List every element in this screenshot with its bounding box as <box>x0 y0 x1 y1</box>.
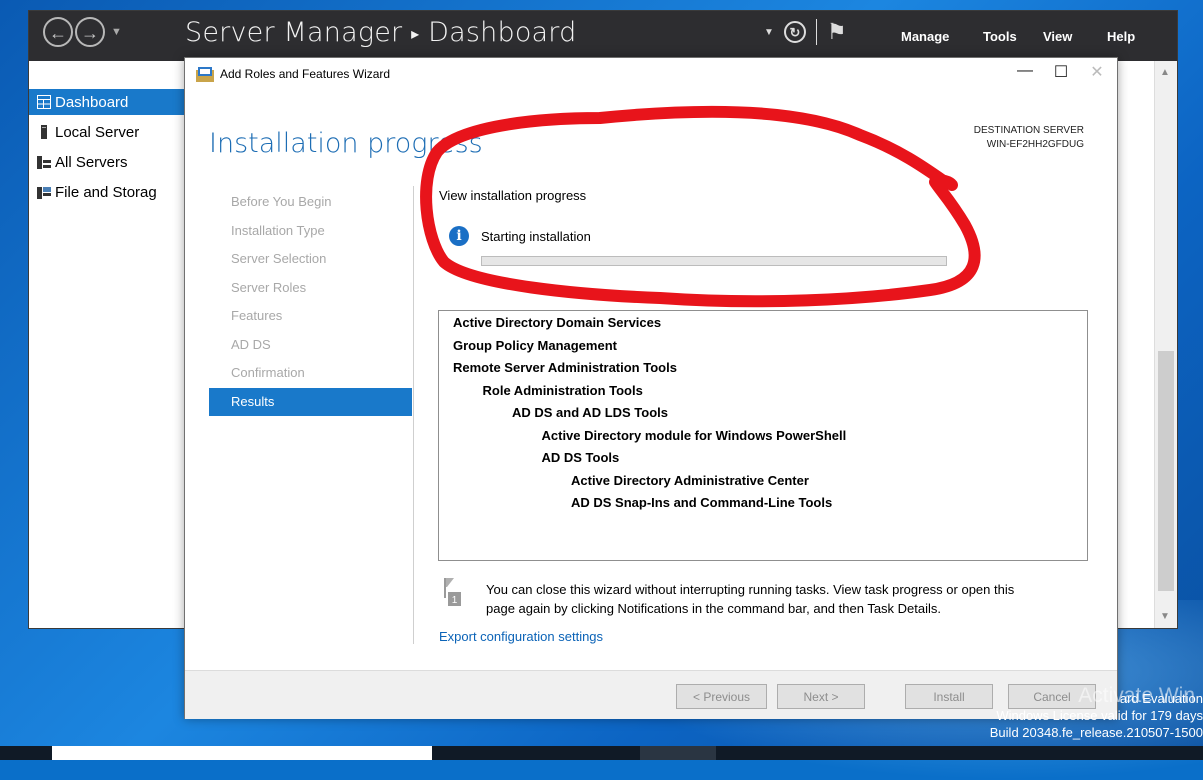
export-configuration-link[interactable]: Export configuration settings <box>439 629 603 644</box>
install-button[interactable]: Install <box>905 684 993 709</box>
add-roles-wizard-dialog: Add Roles and Features Wizard — ☐ ✕ Inst… <box>184 57 1118 719</box>
navigation-buttons: ← → ▼ <box>43 17 122 47</box>
minimize-icon[interactable]: — <box>1010 62 1040 80</box>
step-features: Features <box>231 308 283 323</box>
scroll-up-icon[interactable]: ▲ <box>1160 67 1170 78</box>
sidebar-item-label: All Servers <box>55 153 128 171</box>
scroll-thumb[interactable] <box>1158 351 1174 591</box>
previous-button[interactable]: < Previous <box>676 684 767 709</box>
feature-list-item: Remote Server Administration Tools <box>453 360 677 375</box>
taskbar-item[interactable] <box>640 746 716 760</box>
dashboard-icon <box>37 95 51 109</box>
wizard-heading: Installation progress <box>209 128 483 159</box>
storage-icon <box>37 187 51 199</box>
next-button[interactable]: Next > <box>777 684 865 709</box>
info-icon: i <box>449 226 469 246</box>
step-ad-ds: AD DS <box>231 336 271 352</box>
feature-list-item: Active Directory Domain Services <box>453 315 662 330</box>
refresh-icon[interactable]: ↻ <box>783 21 806 43</box>
feature-list-item: Role Administration Tools <box>482 382 643 398</box>
sidebar-item-file-storage[interactable]: File and Storag <box>29 179 185 205</box>
notification-flag-icon: 1 <box>444 578 461 606</box>
status-text: Starting installation <box>481 229 591 244</box>
feature-list-item: Active Directory module for Windows Powe… <box>541 427 847 443</box>
step-results[interactable]: Results <box>209 387 412 416</box>
server-icon <box>41 125 47 139</box>
scroll-down-icon[interactable]: ▼ <box>1160 611 1170 622</box>
results-list[interactable]: Active Directory Domain Services Group Po… <box>438 310 1088 561</box>
menu-view[interactable]: View <box>1043 29 1107 44</box>
feature-list-item: AD DS Tools <box>541 450 620 465</box>
sidebar-item-label: Local Server <box>55 123 140 141</box>
step-before-you-begin: Before You Begin <box>231 194 332 209</box>
taskbar-search-box[interactable] <box>52 746 432 760</box>
menu-tools[interactable]: Tools <box>983 29 1043 44</box>
wizard-app-icon <box>196 67 214 82</box>
step-server-roles: Server Roles <box>231 279 307 295</box>
view-progress-label: View installation progress <box>439 188 587 203</box>
back-arrow-icon[interactable]: ← <box>43 17 73 47</box>
breadcrumb-separator-icon: ▸ <box>411 24 420 43</box>
notifications-flag-icon[interactable]: ⚑ <box>827 19 847 45</box>
feature-list-item: Group Policy Management <box>453 337 617 353</box>
server-manager-titlebar: ← → ▼ Server Manager ▸ Dashboard ▼ ↻ ⚑ M… <box>29 11 1177 61</box>
watermark-line-2: Windows License valid for 179 days <box>996 708 1203 723</box>
menu-help[interactable]: Help <box>1107 29 1135 44</box>
history-dropdown-icon[interactable]: ▼ <box>111 26 122 38</box>
step-confirmation: Confirmation <box>231 365 305 380</box>
server-manager-sidebar: Dashboard Local Server All Servers File … <box>29 61 185 628</box>
page-title: Dashboard <box>428 17 577 48</box>
destination-server-label: DESTINATION SERVER <box>973 125 1084 136</box>
refresh-dropdown-icon[interactable]: ▼ <box>764 27 774 38</box>
taskbar <box>0 746 1203 760</box>
server-manager-title: Server Manager ▸ Dashboard <box>185 17 576 48</box>
close-icon[interactable]: ✕ <box>1082 62 1112 82</box>
forward-arrow-icon[interactable]: → <box>75 17 105 47</box>
sidebar-item-all-servers[interactable]: All Servers <box>29 149 185 175</box>
wizard-title: Add Roles and Features Wizard <box>220 67 391 81</box>
close-wizard-notice: You can close this wizard without interr… <box>486 580 1076 618</box>
wizard-footer: < Previous Next > Install Cancel <box>185 670 1117 719</box>
app-title: Server Manager <box>185 17 403 48</box>
steps-divider <box>413 186 414 644</box>
sidebar-item-label: Dashboard <box>55 93 129 111</box>
destination-server-name: WIN-EF2HH2GFDUG <box>986 139 1084 150</box>
watermark-line-3: Build 20348.fe_release.210507-1500 <box>989 725 1203 740</box>
feature-list-item: AD DS Snap-Ins and Command-Line Tools <box>571 495 833 510</box>
activation-watermark: ard Evaluation Windows License valid for… <box>989 684 1203 741</box>
sidebar-item-local-server[interactable]: Local Server <box>29 119 185 145</box>
step-installation-type: Installation Type <box>231 222 325 238</box>
maximize-icon[interactable]: ☐ <box>1046 62 1076 82</box>
toolbar-separator <box>815 19 817 45</box>
main-scrollbar[interactable]: ▲ ▼ <box>1154 61 1177 628</box>
installation-progress-bar <box>481 256 947 266</box>
toolbar-icons: ▼ ↻ ⚑ <box>764 19 847 45</box>
sidebar-item-label: File and Storag <box>55 183 157 201</box>
feature-list-item: Active Directory Administrative Center <box>571 472 809 488</box>
menu-bar: Manage Tools View Help <box>901 29 1135 44</box>
feature-list-item: AD DS and AD LDS Tools <box>512 405 668 420</box>
step-server-selection: Server Selection <box>231 251 327 266</box>
activate-windows-overlay: Activate Win <box>1078 684 1195 707</box>
notice-line-1: You can close this wizard without interr… <box>486 582 1015 597</box>
wizard-titlebar: Add Roles and Features Wizard — ☐ ✕ <box>185 58 1117 92</box>
servers-icon <box>37 156 51 169</box>
menu-manage[interactable]: Manage <box>901 29 983 44</box>
sidebar-item-dashboard[interactable]: Dashboard <box>29 89 185 115</box>
notice-line-2: page again by clicking Notifications in … <box>486 601 942 616</box>
wizard-steps: Before You Begin Installation Type Serve… <box>209 188 412 416</box>
svg-text:1: 1 <box>452 595 458 606</box>
destination-server: DESTINATION SERVER WIN-EF2HH2GFDUG <box>974 124 1084 152</box>
